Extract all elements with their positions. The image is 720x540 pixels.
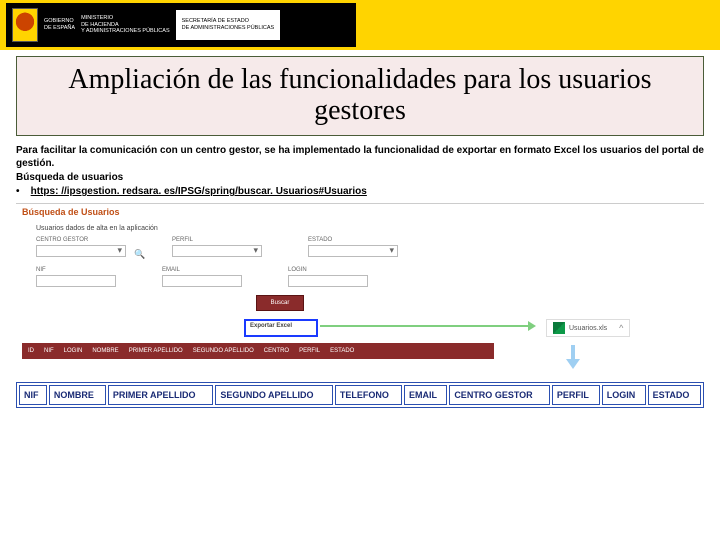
gov-header-black: GOBIERNO DE ESPAÑA MINISTERIO DE HACIEND… bbox=[6, 3, 356, 47]
col-nif: NIF bbox=[19, 385, 47, 405]
search-icon[interactable]: 🔍 bbox=[134, 249, 145, 260]
field-email: EMAIL bbox=[162, 267, 242, 287]
col-perfil: PERFIL bbox=[552, 385, 600, 405]
buscar-button[interactable]: Buscar bbox=[256, 295, 304, 311]
download-file-chip[interactable]: Usuarios.xls ^ bbox=[546, 319, 630, 337]
slide-title-frame: Ampliación de las funcionalidades para l… bbox=[16, 56, 704, 136]
paragraph-search: Búsqueda de usuarios bbox=[16, 171, 704, 185]
ss-subtitle: Usuarios dados de alta en la aplicación bbox=[36, 225, 158, 232]
slide-title: Ampliación de las funcionalidades para l… bbox=[68, 64, 651, 126]
col-email: EMAIL bbox=[404, 385, 447, 405]
results-header-strip: ID NIF LOGIN NOMBRE PRIMER APELLIDO SEGU… bbox=[22, 343, 494, 359]
export-excel-button[interactable]: Exportar Excel bbox=[250, 323, 292, 329]
col-login: LOGIN bbox=[602, 385, 646, 405]
col-telefono: TELEFONO bbox=[335, 385, 402, 405]
input-email[interactable] bbox=[162, 275, 242, 287]
gov-label: GOBIERNO DE ESPAÑA bbox=[44, 18, 75, 32]
bullet-dot: • bbox=[16, 186, 20, 197]
xls-icon bbox=[553, 322, 565, 334]
chevron-up-icon: ^ bbox=[619, 323, 623, 333]
select-estado[interactable] bbox=[308, 245, 398, 257]
secretariat-box: SECRETARÍA DE ESTADO DE ADMINISTRACIONES… bbox=[176, 10, 281, 40]
field-estado: ESTADO bbox=[308, 237, 398, 257]
field-centro-gestor: CENTRO GESTOR bbox=[36, 237, 126, 257]
input-login[interactable] bbox=[288, 275, 368, 287]
gov-header-bar: GOBIERNO DE ESPAÑA MINISTERIO DE HACIEND… bbox=[0, 0, 720, 50]
arrow-down-icon bbox=[566, 345, 580, 369]
embedded-screenshot: Búsqueda de Usuarios Usuarios dados de a… bbox=[16, 203, 704, 378]
paragraph-intro: Para facilitar la comunicación con un ce… bbox=[16, 144, 704, 171]
field-login: LOGIN bbox=[288, 267, 368, 287]
field-perfil: PERFIL bbox=[172, 237, 262, 257]
col-nombre: NOMBRE bbox=[49, 385, 106, 405]
col-primer-apellido: PRIMER APELLIDO bbox=[108, 385, 214, 405]
col-segundo-apellido: SEGUNDO APELLIDO bbox=[215, 385, 333, 405]
search-url-link[interactable]: https: //ipsgestion. redsara. es/IPSG/sp… bbox=[31, 186, 367, 197]
ministry-label: MINISTERIO DE HACIENDA Y ADMINISTRACIONE… bbox=[81, 15, 170, 36]
select-centro-gestor[interactable] bbox=[36, 245, 126, 257]
select-perfil[interactable] bbox=[172, 245, 262, 257]
excel-preview-table: NIF NOMBRE PRIMER APELLIDO SEGUNDO APELL… bbox=[16, 382, 704, 408]
col-estado: ESTADO bbox=[648, 385, 701, 405]
ss-title: Búsqueda de Usuarios bbox=[22, 207, 120, 217]
slide-body: Ampliación de las funcionalidades para l… bbox=[0, 50, 720, 414]
spain-emblem bbox=[12, 8, 38, 42]
field-nif: NIF bbox=[36, 267, 116, 287]
arrow-right-icon bbox=[320, 325, 530, 327]
col-centro-gestor: CENTRO GESTOR bbox=[449, 385, 550, 405]
bullet-link-line: • https: //ipsgestion. redsara. es/IPSG/… bbox=[16, 186, 704, 197]
file-name: Usuarios.xls bbox=[569, 325, 607, 332]
input-nif[interactable] bbox=[36, 275, 116, 287]
